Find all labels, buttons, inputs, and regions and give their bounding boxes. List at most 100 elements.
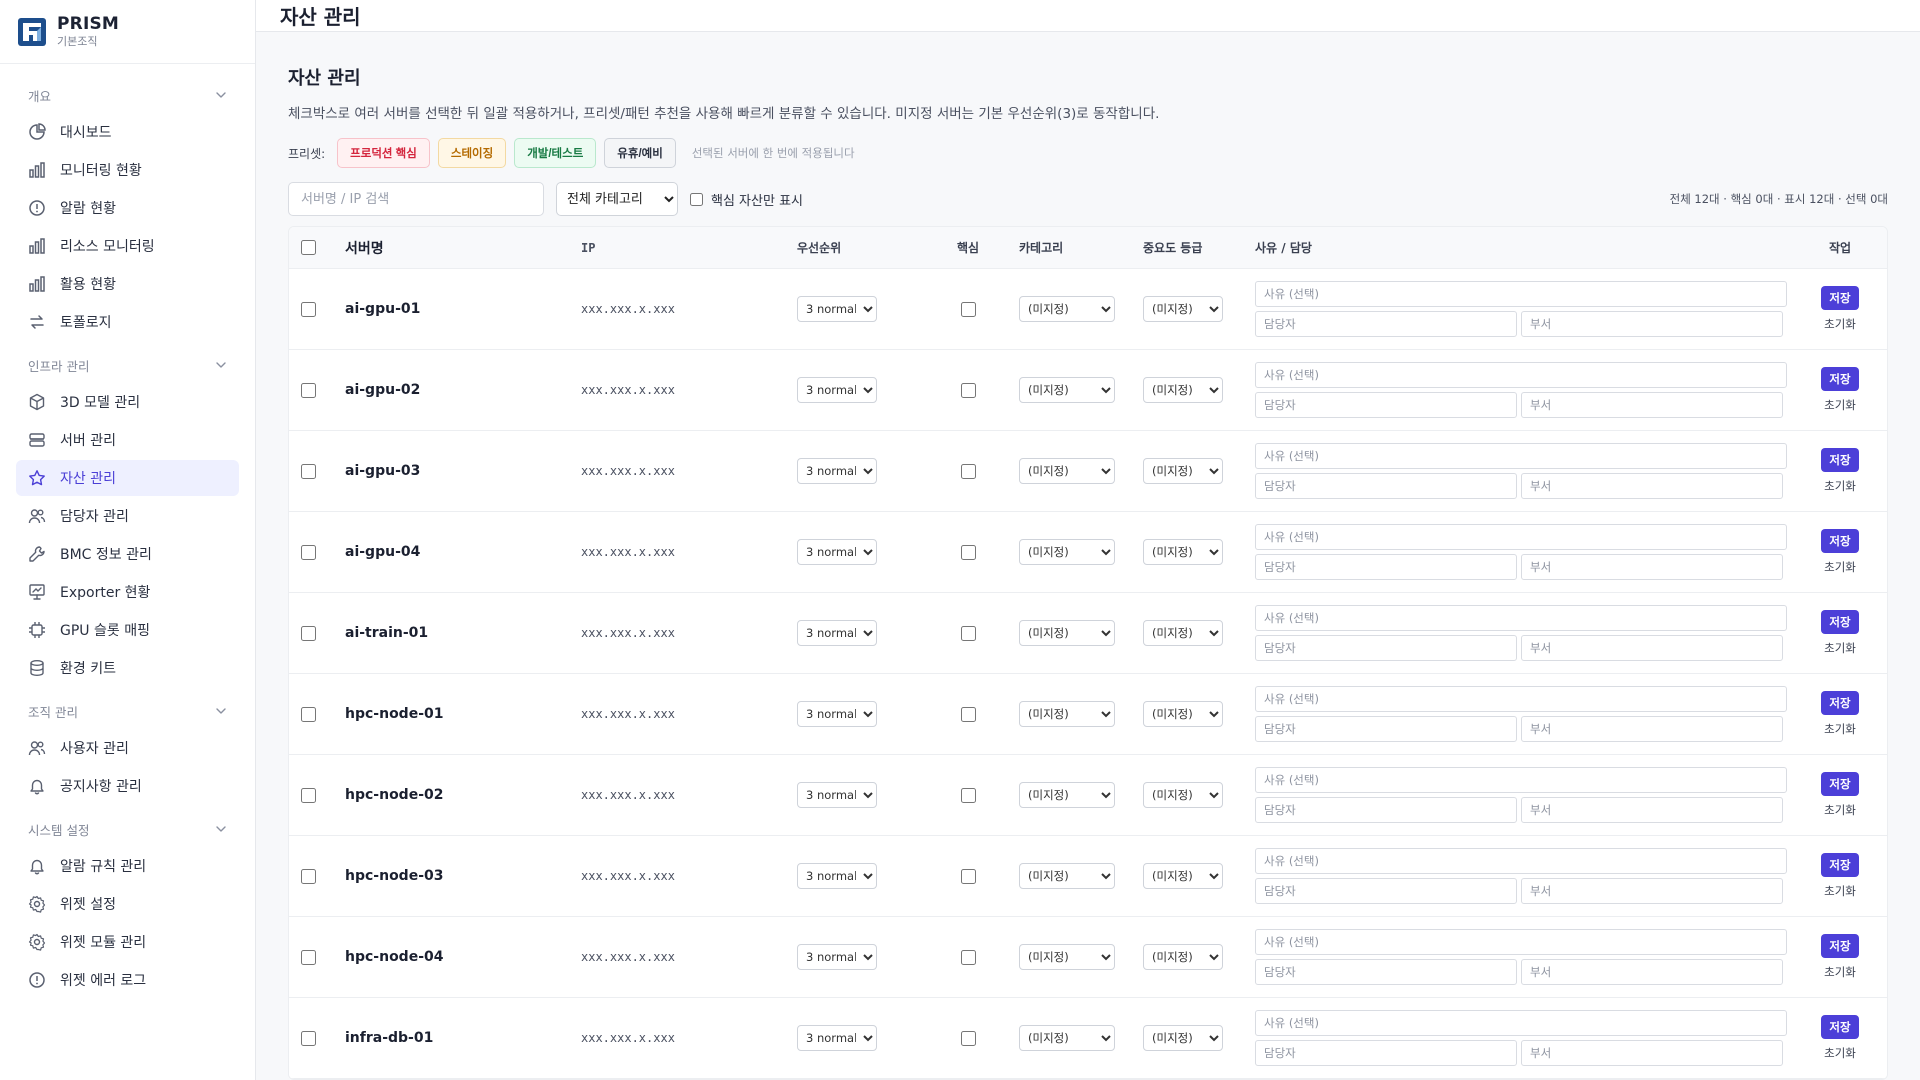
row-select-checkbox[interactable] [301, 382, 316, 398]
sidebar-item-1-2[interactable]: 자산 관리 [16, 460, 239, 496]
core-checkbox[interactable] [960, 625, 976, 641]
core-checkbox[interactable] [960, 544, 976, 560]
col-header-ip[interactable]: IP [581, 241, 797, 255]
category-select[interactable]: (미지정) [1019, 620, 1115, 646]
department-input[interactable] [1521, 554, 1783, 580]
row-select-checkbox[interactable] [301, 301, 316, 317]
core-checkbox[interactable] [960, 463, 976, 479]
sidebar-item-0-5[interactable]: 토폴로지 [16, 304, 239, 340]
preset-production-core-button[interactable]: 프로덕션 핵심 [337, 138, 430, 168]
row-select-checkbox[interactable] [301, 544, 316, 560]
sidebar-item-1-6[interactable]: GPU 슬롯 매핑 [16, 612, 239, 648]
reset-button[interactable]: 초기화 [1824, 478, 1856, 494]
reset-button[interactable]: 초기화 [1824, 559, 1856, 575]
sidebar-item-1-4[interactable]: BMC 정보 관리 [16, 536, 239, 572]
sidebar-item-0-4[interactable]: 활용 현황 [16, 266, 239, 302]
reset-button[interactable]: 초기화 [1824, 397, 1856, 413]
priority-select[interactable]: 3 normal [797, 539, 877, 565]
department-input[interactable] [1521, 878, 1783, 904]
manager-input[interactable] [1255, 878, 1517, 904]
category-select[interactable]: (미지정) [1019, 1025, 1115, 1051]
sidebar-item-3-0[interactable]: 알람 규칙 관리 [16, 848, 239, 884]
priority-select[interactable]: 3 normal [797, 620, 877, 646]
reason-input[interactable] [1255, 686, 1787, 712]
core-checkbox[interactable] [960, 382, 976, 398]
reason-input[interactable] [1255, 1010, 1787, 1036]
save-button[interactable]: 저장 [1821, 853, 1859, 877]
department-input[interactable] [1521, 311, 1783, 337]
reason-input[interactable] [1255, 362, 1787, 388]
reason-input[interactable] [1255, 767, 1787, 793]
reason-input[interactable] [1255, 848, 1787, 874]
department-input[interactable] [1521, 797, 1783, 823]
core-checkbox[interactable] [960, 301, 976, 317]
category-select[interactable]: (미지정) [1019, 701, 1115, 727]
importance-select[interactable]: (미지정) [1143, 539, 1223, 565]
row-select-checkbox[interactable] [301, 625, 316, 641]
save-button[interactable]: 저장 [1821, 529, 1859, 553]
save-button[interactable]: 저장 [1821, 448, 1859, 472]
sidebar-item-3-1[interactable]: 위젯 설정 [16, 886, 239, 922]
importance-select[interactable]: (미지정) [1143, 458, 1223, 484]
manager-input[interactable] [1255, 311, 1517, 337]
save-button[interactable]: 저장 [1821, 610, 1859, 634]
priority-select[interactable]: 3 normal [797, 782, 877, 808]
row-select-checkbox[interactable] [301, 706, 316, 722]
row-select-checkbox[interactable] [301, 463, 316, 479]
save-button[interactable]: 저장 [1821, 934, 1859, 958]
nav-section-3[interactable]: 시스템 설정 [16, 812, 239, 846]
row-select-checkbox[interactable] [301, 949, 316, 965]
sidebar-item-2-1[interactable]: 공지사항 관리 [16, 768, 239, 804]
importance-select[interactable]: (미지정) [1143, 782, 1223, 808]
category-select[interactable]: (미지정) [1019, 458, 1115, 484]
row-select-checkbox[interactable] [301, 868, 316, 884]
save-button[interactable]: 저장 [1821, 367, 1859, 391]
category-select[interactable]: (미지정) [1019, 377, 1115, 403]
core-checkbox[interactable] [960, 706, 976, 722]
manager-input[interactable] [1255, 635, 1517, 661]
manager-input[interactable] [1255, 1040, 1517, 1066]
priority-select[interactable]: 3 normal [797, 458, 877, 484]
select-all-checkbox[interactable] [301, 240, 316, 255]
reason-input[interactable] [1255, 524, 1787, 550]
category-select[interactable]: (미지정) [1019, 782, 1115, 808]
importance-select[interactable]: (미지정) [1143, 296, 1223, 322]
core-checkbox[interactable] [960, 868, 976, 884]
manager-input[interactable] [1255, 716, 1517, 742]
manager-input[interactable] [1255, 473, 1517, 499]
priority-select[interactable]: 3 normal [797, 296, 877, 322]
save-button[interactable]: 저장 [1821, 691, 1859, 715]
priority-select[interactable]: 3 normal [797, 701, 877, 727]
importance-select[interactable]: (미지정) [1143, 377, 1223, 403]
row-select-checkbox[interactable] [301, 787, 316, 803]
reset-button[interactable]: 초기화 [1824, 316, 1856, 332]
chevron-down-icon[interactable] [215, 89, 227, 101]
row-select-checkbox[interactable] [301, 1030, 316, 1046]
reset-button[interactable]: 초기화 [1824, 721, 1856, 737]
priority-select[interactable]: 3 normal [797, 1025, 877, 1051]
importance-select[interactable]: (미지정) [1143, 863, 1223, 889]
department-input[interactable] [1521, 392, 1783, 418]
manager-input[interactable] [1255, 392, 1517, 418]
importance-select[interactable]: (미지정) [1143, 1025, 1223, 1051]
sidebar-item-0-0[interactable]: 대시보드 [16, 114, 239, 150]
department-input[interactable] [1521, 959, 1783, 985]
manager-input[interactable] [1255, 797, 1517, 823]
department-input[interactable] [1521, 716, 1783, 742]
sidebar-item-2-0[interactable]: 사용자 관리 [16, 730, 239, 766]
category-select[interactable]: (미지정) [1019, 539, 1115, 565]
sidebar-item-0-3[interactable]: 리소스 모니터링 [16, 228, 239, 264]
department-input[interactable] [1521, 635, 1783, 661]
priority-select[interactable]: 3 normal [797, 863, 877, 889]
brand[interactable]: PRISM 기본조직 [0, 0, 255, 64]
nav-section-1[interactable]: 인프라 관리 [16, 348, 239, 382]
sidebar-item-1-1[interactable]: 서버 관리 [16, 422, 239, 458]
sidebar-item-3-2[interactable]: 위젯 모듈 관리 [16, 924, 239, 960]
reason-input[interactable] [1255, 281, 1787, 307]
department-input[interactable] [1521, 1040, 1783, 1066]
importance-select[interactable]: (미지정) [1143, 701, 1223, 727]
col-header-category[interactable]: 카테고리 [1005, 239, 1133, 256]
core-checkbox[interactable] [960, 1030, 976, 1046]
core-only-toggle[interactable]: 핵심 자산만 표시 [690, 190, 803, 209]
sidebar-item-1-3[interactable]: 담당자 관리 [16, 498, 239, 534]
